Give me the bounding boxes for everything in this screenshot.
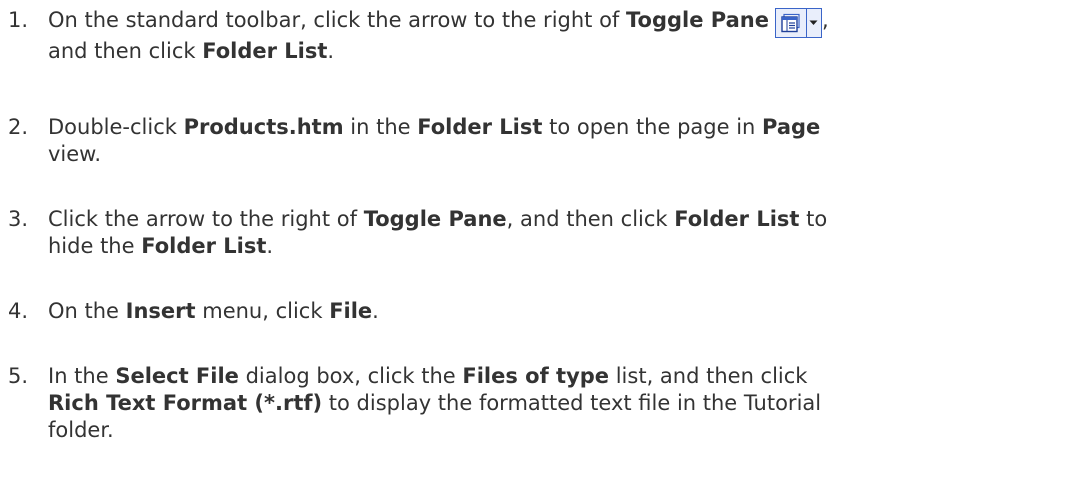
step-number: 1. (8, 8, 29, 32)
files-of-type-label: Files of type (462, 364, 610, 388)
step-text: On the standard toolbar, click the arrow… (48, 8, 829, 63)
step-text: In the Select File dialog box, click the… (48, 364, 822, 442)
step-number: 2. (8, 115, 29, 139)
step-1: 1. On the standard toolbar, click the ar… (8, 7, 1056, 65)
folder-list-label: Folder List (202, 39, 328, 63)
step-number: 5. (8, 364, 29, 388)
products-htm-label: Products.htm (183, 115, 344, 139)
rich-text-format-label: Rich Text Format (*.rtf) (48, 391, 323, 415)
folder-list-label: Folder List (141, 234, 267, 258)
step-text: Click the arrow to the right of Toggle P… (48, 207, 828, 258)
select-file-label: Select File (115, 364, 239, 388)
step-4: 4. On the Insert menu, click File. (8, 298, 1056, 325)
step-2: 2. Double-click Products.htm in the Fold… (8, 114, 1056, 168)
step-text: Double-click Products.htm in the Folder … (48, 115, 821, 166)
step-text: On the Insert menu, click File. (48, 299, 379, 323)
folder-list-label: Folder List (674, 207, 800, 231)
step-number: 4. (8, 299, 29, 323)
step-number: 3. (8, 207, 29, 231)
page-label: Page (762, 115, 821, 139)
toggle-pane-button (774, 8, 822, 38)
toggle-pane-label: Toggle Pane (363, 207, 507, 231)
toggle-pane-label: Toggle Pane (626, 8, 769, 32)
step-3: 3. Click the arrow to the right of Toggl… (8, 206, 1056, 260)
step-5: 5. In the Select File dialog box, click … (8, 363, 1056, 444)
folder-list-label: Folder List (417, 115, 543, 139)
file-label: File (329, 299, 373, 323)
dropdown-arrow-icon (807, 9, 821, 37)
toggle-pane-icon (776, 9, 807, 37)
insert-menu-label: Insert (125, 299, 196, 323)
